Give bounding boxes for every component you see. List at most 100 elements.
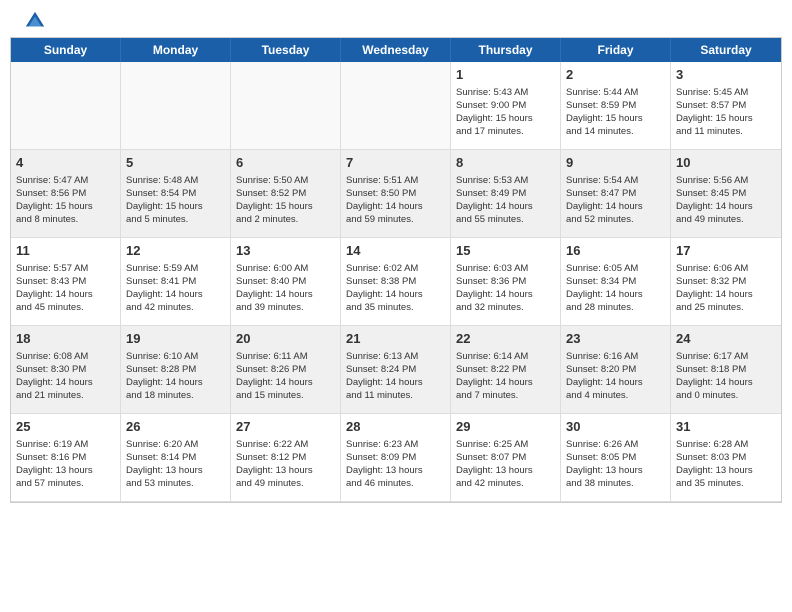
weekday-header: Monday <box>121 38 231 62</box>
day-number: 23 <box>566 330 665 348</box>
day-number: 26 <box>126 418 225 436</box>
day-number: 5 <box>126 154 225 172</box>
day-info: Sunrise: 6:06 AMSunset: 8:32 PMDaylight:… <box>676 262 776 315</box>
day-number: 1 <box>456 66 555 84</box>
day-info: Sunrise: 6:02 AMSunset: 8:38 PMDaylight:… <box>346 262 445 315</box>
day-info: Sunrise: 5:44 AMSunset: 8:59 PMDaylight:… <box>566 86 665 139</box>
calendar-cell: 1Sunrise: 5:43 AMSunset: 9:00 PMDaylight… <box>451 62 561 150</box>
day-info: Sunrise: 6:00 AMSunset: 8:40 PMDaylight:… <box>236 262 335 315</box>
calendar-cell: 21 Sunrise: 6:13 AMSunset: 8:24 PMDayligh… <box>341 326 451 414</box>
day-number: 24 <box>676 330 776 348</box>
day-number: 8 <box>456 154 555 172</box>
day-info: Sunrise: 6:10 AMSunset: 8:28 PMDaylight:… <box>126 350 225 403</box>
calendar-cell: 5 Sunrise: 5:48 AMSunset: 8:54 PMDaylight… <box>121 150 231 238</box>
day-number: 6 <box>236 154 335 172</box>
calendar-cell: 15 Sunrise: 6:03 AMSunset: 8:36 PMDayligh… <box>451 238 561 326</box>
calendar-cell: 14 Sunrise: 6:02 AMSunset: 8:38 PMDayligh… <box>341 238 451 326</box>
page-container: SundayMondayTuesdayWednesdayThursdayFrid… <box>0 0 792 503</box>
day-info: Sunrise: 5:45 AMSunset: 8:57 PMDaylight:… <box>676 86 776 139</box>
day-info: Sunrise: 6:23 AMSunset: 8:09 PMDaylight:… <box>346 438 445 491</box>
logo-icon <box>24 10 46 32</box>
calendar-cell: 3 Sunrise: 5:45 AMSunset: 8:57 PMDaylight… <box>671 62 781 150</box>
day-info: Sunrise: 5:51 AMSunset: 8:50 PMDaylight:… <box>346 174 445 227</box>
day-info: Sunrise: 6:13 AMSunset: 8:24 PMDaylight:… <box>346 350 445 403</box>
calendar-cell: 24 Sunrise: 6:17 AMSunset: 8:18 PMDayligh… <box>671 326 781 414</box>
day-number: 16 <box>566 242 665 260</box>
calendar-cell: 2 Sunrise: 5:44 AMSunset: 8:59 PMDaylight… <box>561 62 671 150</box>
day-number: 3 <box>676 66 776 84</box>
weekday-header: Saturday <box>671 38 781 62</box>
day-info: Sunrise: 6:14 AMSunset: 8:22 PMDaylight:… <box>456 350 555 403</box>
day-info: Sunrise: 5:57 AMSunset: 8:43 PMDaylight:… <box>16 262 115 315</box>
day-info: Sunrise: 5:47 AMSunset: 8:56 PMDaylight:… <box>16 174 115 227</box>
logo-text <box>20 10 46 32</box>
weekday-header: Tuesday <box>231 38 341 62</box>
day-number: 17 <box>676 242 776 260</box>
day-number: 14 <box>346 242 445 260</box>
calendar-cell: 31Sunrise: 6:28 AMSunset: 8:03 PMDayligh… <box>671 414 781 502</box>
calendar-cell: 10 Sunrise: 5:56 AMSunset: 8:45 PMDayligh… <box>671 150 781 238</box>
calendar-cell: 30 Sunrise: 6:26 AMSunset: 8:05 PMDayligh… <box>561 414 671 502</box>
calendar-cell: 7 Sunrise: 5:51 AMSunset: 8:50 PMDaylight… <box>341 150 451 238</box>
weekday-header: Friday <box>561 38 671 62</box>
calendar-cell: 12 Sunrise: 5:59 AMSunset: 8:41 PMDayligh… <box>121 238 231 326</box>
day-info: Sunrise: 6:08 AMSunset: 8:30 PMDaylight:… <box>16 350 115 403</box>
calendar-cell <box>231 62 341 150</box>
calendar-cell: 19Sunrise: 6:10 AMSunset: 8:28 PMDayligh… <box>121 326 231 414</box>
day-number: 20 <box>236 330 335 348</box>
day-info: Sunrise: 6:16 AMSunset: 8:20 PMDaylight:… <box>566 350 665 403</box>
day-info: Sunrise: 5:56 AMSunset: 8:45 PMDaylight:… <box>676 174 776 227</box>
day-number: 4 <box>16 154 115 172</box>
day-number: 21 <box>346 330 445 348</box>
calendar-cell: 4 Sunrise: 5:47 AMSunset: 8:56 PMDaylight… <box>11 150 121 238</box>
day-number: 18 <box>16 330 115 348</box>
day-number: 13 <box>236 242 335 260</box>
day-info: Sunrise: 5:59 AMSunset: 8:41 PMDaylight:… <box>126 262 225 315</box>
weekday-header: Wednesday <box>341 38 451 62</box>
day-info: Sunrise: 6:20 AMSunset: 8:14 PMDaylight:… <box>126 438 225 491</box>
calendar-cell: 6Sunrise: 5:50 AMSunset: 8:52 PMDaylight… <box>231 150 341 238</box>
day-info: Sunrise: 6:25 AMSunset: 8:07 PMDaylight:… <box>456 438 555 491</box>
day-number: 28 <box>346 418 445 436</box>
day-number: 27 <box>236 418 335 436</box>
day-info: Sunrise: 6:22 AMSunset: 8:12 PMDaylight:… <box>236 438 335 491</box>
calendar-cell: 9Sunrise: 5:54 AMSunset: 8:47 PMDaylight… <box>561 150 671 238</box>
day-number: 2 <box>566 66 665 84</box>
calendar-cell <box>11 62 121 150</box>
day-info: Sunrise: 6:19 AMSunset: 8:16 PMDaylight:… <box>16 438 115 491</box>
calendar-header: SundayMondayTuesdayWednesdayThursdayFrid… <box>11 38 781 62</box>
day-info: Sunrise: 6:03 AMSunset: 8:36 PMDaylight:… <box>456 262 555 315</box>
day-number: 12 <box>126 242 225 260</box>
day-number: 30 <box>566 418 665 436</box>
page-header <box>0 0 792 37</box>
day-number: 9 <box>566 154 665 172</box>
day-number: 25 <box>16 418 115 436</box>
calendar-cell: 16 Sunrise: 6:05 AMSunset: 8:34 PMDayligh… <box>561 238 671 326</box>
weekday-header: Sunday <box>11 38 121 62</box>
day-info: Sunrise: 6:05 AMSunset: 8:34 PMDaylight:… <box>566 262 665 315</box>
weekday-header: Thursday <box>451 38 561 62</box>
calendar-cell: 28 Sunrise: 6:23 AMSunset: 8:09 PMDayligh… <box>341 414 451 502</box>
calendar-grid: 1Sunrise: 5:43 AMSunset: 9:00 PMDaylight… <box>11 62 781 502</box>
calendar-cell: 8 Sunrise: 5:53 AMSunset: 8:49 PMDaylight… <box>451 150 561 238</box>
day-number: 7 <box>346 154 445 172</box>
logo <box>20 10 46 32</box>
calendar-cell: 18 Sunrise: 6:08 AMSunset: 8:30 PMDayligh… <box>11 326 121 414</box>
calendar-cell: 29Sunrise: 6:25 AMSunset: 8:07 PMDayligh… <box>451 414 561 502</box>
calendar: SundayMondayTuesdayWednesdayThursdayFrid… <box>10 37 782 503</box>
day-info: Sunrise: 6:28 AMSunset: 8:03 PMDaylight:… <box>676 438 776 491</box>
day-info: Sunrise: 6:11 AMSunset: 8:26 PMDaylight:… <box>236 350 335 403</box>
day-info: Sunrise: 6:17 AMSunset: 8:18 PMDaylight:… <box>676 350 776 403</box>
day-number: 10 <box>676 154 776 172</box>
calendar-cell: 22 Sunrise: 6:14 AMSunset: 8:22 PMDayligh… <box>451 326 561 414</box>
calendar-cell: 26 Sunrise: 6:20 AMSunset: 8:14 PMDayligh… <box>121 414 231 502</box>
day-info: Sunrise: 5:48 AMSunset: 8:54 PMDaylight:… <box>126 174 225 227</box>
day-number: 11 <box>16 242 115 260</box>
day-info: Sunrise: 5:53 AMSunset: 8:49 PMDaylight:… <box>456 174 555 227</box>
day-info: Sunrise: 6:26 AMSunset: 8:05 PMDaylight:… <box>566 438 665 491</box>
calendar-cell: 20 Sunrise: 6:11 AMSunset: 8:26 PMDayligh… <box>231 326 341 414</box>
calendar-cell: 17 Sunrise: 6:06 AMSunset: 8:32 PMDayligh… <box>671 238 781 326</box>
day-number: 15 <box>456 242 555 260</box>
calendar-cell <box>341 62 451 150</box>
day-number: 22 <box>456 330 555 348</box>
